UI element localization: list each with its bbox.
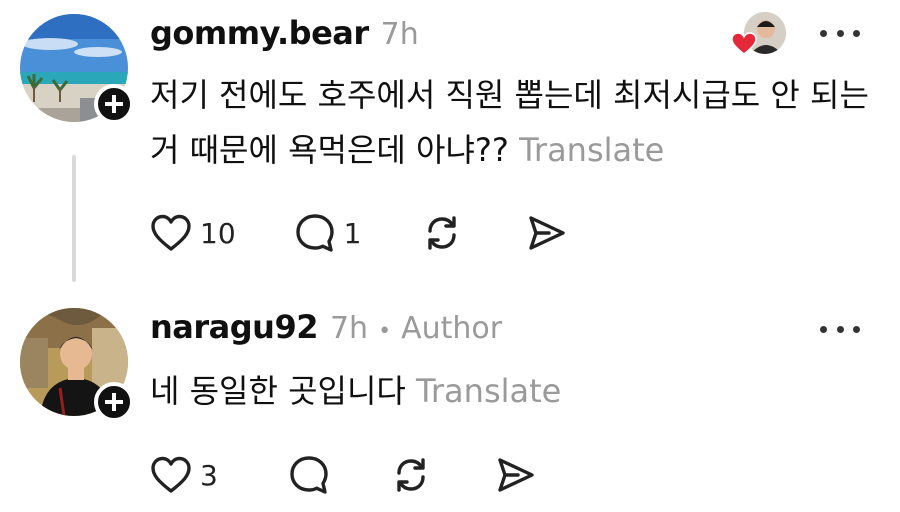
username[interactable]: naragu92 [150, 308, 318, 346]
post-header: naragu92 7h • Author [150, 308, 502, 346]
heart-outline-icon [151, 214, 191, 251]
plus-icon [105, 95, 123, 113]
thread-line [72, 155, 76, 282]
separator: • [378, 319, 392, 344]
heart-outline-icon [151, 456, 191, 493]
comment-icon [290, 456, 328, 494]
follow-button[interactable] [94, 382, 134, 422]
send-icon [498, 458, 534, 492]
share-button[interactable] [525, 212, 567, 254]
post-time: 7h [380, 17, 419, 52]
repost-icon [428, 216, 457, 250]
like-button[interactable]: 10 [150, 213, 236, 253]
thread-post: gommy.bear 7h 저기 전에도 호주에서 직원 뽑는데 최저시급도 안… [0, 0, 900, 290]
translate-link[interactable]: Translate [519, 131, 664, 169]
reply-button[interactable]: 1 [294, 212, 362, 254]
action-bar: 3 [150, 454, 536, 496]
like-count: 3 [200, 458, 218, 492]
repost-button[interactable] [421, 212, 463, 254]
post-time: 7h [329, 311, 369, 346]
more-options-button[interactable] [820, 28, 860, 38]
reply-button[interactable] [288, 454, 330, 496]
post-text: 저기 전에도 호주에서 직원 뽑는데 최저시급도 안 되는거 때문에 욕먹은데 … [150, 76, 869, 169]
repost-button[interactable] [390, 454, 432, 496]
heart-icon [731, 32, 757, 55]
post-header: gommy.bear 7h [150, 14, 419, 52]
post-text: 네 동일한 곳입니다 [150, 372, 406, 410]
translate-link[interactable]: Translate [416, 372, 561, 410]
username[interactable]: gommy.bear [150, 14, 369, 52]
author-tag: Author [401, 311, 503, 346]
repost-icon [397, 458, 425, 492]
more-options-button[interactable] [820, 324, 860, 334]
like-count: 10 [200, 216, 236, 250]
share-button[interactable] [494, 454, 536, 496]
action-bar: 10 1 [150, 212, 567, 254]
post-body: 저기 전에도 호주에서 직원 뽑는데 최저시급도 안 되는거 때문에 욕먹은데 … [150, 68, 870, 178]
more-dots-icon [820, 325, 827, 333]
post-body: 네 동일한 곳입니다 Translate [150, 364, 870, 419]
comment-icon [295, 214, 334, 252]
thread-post: naragu92 7h • Author 네 동일한 곳입니다 Translat… [0, 290, 900, 512]
like-button[interactable]: 3 [150, 455, 218, 495]
follow-button[interactable] [94, 84, 134, 124]
send-icon [529, 216, 566, 250]
plus-icon [105, 393, 123, 411]
more-dots-icon [820, 29, 827, 37]
reply-count: 1 [343, 216, 362, 250]
